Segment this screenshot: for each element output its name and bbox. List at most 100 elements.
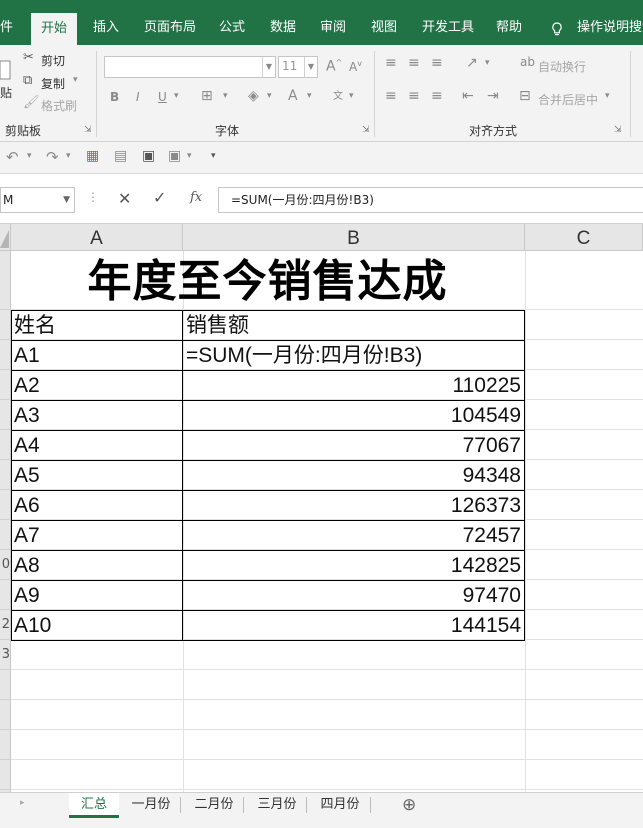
cell-amount[interactable]: 126373 — [186, 491, 521, 520]
format-painter-button[interactable]: 格式刷 — [41, 97, 77, 114]
chevron-down-icon[interactable]: ▾ — [187, 151, 192, 161]
row-header[interactable] — [0, 400, 11, 430]
cut-button[interactable]: 剪切 — [41, 52, 65, 69]
row-header[interactable] — [0, 310, 11, 340]
cell-amount[interactable]: 144154 — [186, 611, 521, 640]
bold-button[interactable]: B — [110, 90, 119, 104]
wrap-text-button[interactable]: 自动换行 — [538, 58, 586, 75]
chevron-down-icon[interactable]: ▼ — [262, 57, 275, 77]
toolbox-alt-icon[interactable]: ▣ — [168, 148, 181, 164]
wrap-text-icon[interactable]: ab — [520, 55, 535, 69]
cell-name[interactable]: A3 — [14, 401, 40, 430]
row-header[interactable] — [0, 700, 11, 730]
chevron-down-icon[interactable]: ▾ — [174, 91, 179, 101]
cell-amount[interactable]: 110225 — [186, 371, 521, 400]
chevron-down-icon[interactable]: ▾ — [223, 91, 228, 101]
undo-icon[interactable]: ↶ — [6, 148, 19, 166]
tab-developer[interactable]: 开发工具 — [422, 0, 474, 45]
row-header[interactable]: 3 — [0, 640, 11, 670]
chevron-down-icon[interactable]: ▾ — [27, 151, 32, 161]
chevron-down-icon[interactable]: ▾ — [73, 75, 78, 85]
row-header[interactable] — [0, 580, 11, 610]
name-box[interactable]: M ▼ — [0, 187, 75, 213]
tab-insert[interactable]: 插入 — [93, 0, 119, 45]
font-size-combo[interactable]: 11 ▼ — [278, 56, 318, 78]
align-bottom-icon[interactable]: ≡ — [431, 55, 443, 71]
cancel-icon[interactable]: ✕ — [118, 189, 131, 208]
align-middle-icon[interactable]: ≡ — [408, 55, 420, 71]
row-header[interactable] — [0, 520, 11, 550]
italic-button[interactable]: I — [136, 90, 140, 104]
chevron-down-icon[interactable]: ▾ — [485, 58, 490, 68]
cell-name[interactable]: A10 — [14, 611, 51, 640]
cell-amount[interactable]: 104549 — [186, 401, 521, 430]
redo-icon[interactable]: ↷ — [46, 148, 59, 166]
sheet-tab-jan[interactable]: 一月份 — [123, 793, 179, 818]
cell-amount[interactable]: 94348 — [186, 461, 521, 490]
increase-indent-icon[interactable]: ⇥ — [487, 88, 499, 104]
cell-name[interactable]: A8 — [14, 551, 40, 580]
tab-review[interactable]: 审阅 — [320, 0, 346, 45]
paste-label[interactable]: 贴 — [0, 84, 12, 101]
chevron-down-icon[interactable]: ▾ — [605, 91, 610, 101]
dialog-launcher-icon[interactable]: ⇲ — [84, 125, 92, 135]
fill-color-icon[interactable]: ◈ — [248, 88, 259, 104]
enter-icon[interactable]: ✓ — [153, 188, 166, 207]
tab-help[interactable]: 帮助 — [496, 0, 522, 45]
chevron-down-icon[interactable]: ▼ — [304, 57, 317, 77]
chevron-down-icon[interactable]: ▾ — [66, 151, 71, 161]
select-all-corner[interactable] — [0, 224, 11, 251]
row-header[interactable] — [0, 760, 11, 790]
font-color-icon[interactable]: A — [288, 88, 298, 104]
dialog-launcher-icon[interactable]: ⇲ — [362, 125, 370, 135]
header-amount[interactable]: 销售额 — [186, 311, 249, 340]
scroll-left-icon[interactable]: ▸ — [20, 798, 25, 808]
format-icon[interactable]: ▦ — [86, 148, 99, 164]
row-header[interactable] — [0, 340, 11, 370]
cell-amount[interactable]: 72457 — [186, 521, 521, 550]
align-center-icon[interactable]: ≡ — [408, 88, 420, 104]
cell-name[interactable]: A4 — [14, 431, 40, 460]
sheet-tab-summary[interactable]: 汇总 — [69, 793, 119, 818]
orientation-icon[interactable]: ↗ — [466, 55, 478, 71]
align-top-icon[interactable]: ≡ — [385, 55, 397, 71]
chevron-down-icon[interactable]: ▾ — [267, 91, 272, 101]
tell-me-search[interactable]: 操作说明搜索 — [577, 0, 643, 45]
tab-file[interactable]: 件 — [0, 0, 13, 45]
cell-amount[interactable]: 77067 — [186, 431, 521, 460]
row-header[interactable] — [0, 460, 11, 490]
chevron-down-icon[interactable]: ▾ — [307, 91, 312, 101]
chevron-down-icon[interactable]: ▼ — [63, 188, 70, 212]
merge-center-icon[interactable]: ⊟ — [519, 88, 531, 104]
tab-formulas[interactable]: 公式 — [219, 0, 245, 45]
column-header-c[interactable]: C — [525, 224, 643, 251]
row-header[interactable] — [0, 251, 11, 310]
decrease-indent-icon[interactable]: ⇤ — [462, 88, 474, 104]
row-header[interactable]: 0 — [0, 550, 11, 580]
tab-data[interactable]: 数据 — [270, 0, 296, 45]
cell-name[interactable]: A1 — [14, 341, 40, 370]
chevron-down-icon[interactable]: ▾ — [349, 91, 354, 101]
cell-amount[interactable]: 142825 — [186, 551, 521, 580]
cell-amount[interactable]: 97470 — [186, 581, 521, 610]
borders-icon[interactable]: ⊞ — [201, 88, 213, 104]
insert-function-button[interactable]: fx — [190, 190, 202, 205]
font-name-combo[interactable]: ▼ — [104, 56, 276, 78]
column-header-a[interactable]: A — [11, 224, 183, 251]
cell-name[interactable]: A2 — [14, 371, 40, 400]
customize-qat-icon[interactable]: ▾ — [211, 151, 216, 161]
align-right-icon[interactable]: ≡ — [431, 88, 443, 104]
row-header[interactable] — [0, 670, 11, 700]
tab-page-layout[interactable]: 页面布局 — [144, 0, 196, 45]
formula-input[interactable]: =SUM(一月份:四月份!B3) — [218, 187, 643, 213]
cell-amount[interactable]: =SUM(一月份:四月份!B3) — [186, 341, 422, 370]
cell-name[interactable]: A5 — [14, 461, 40, 490]
cell-name[interactable]: A9 — [14, 581, 40, 610]
row-header[interactable]: 2 — [0, 610, 11, 640]
tab-view[interactable]: 视图 — [371, 0, 397, 45]
add-sheet-icon[interactable]: ⊕ — [402, 795, 416, 815]
column-header-b[interactable]: B — [183, 224, 525, 251]
row-header[interactable] — [0, 730, 11, 760]
sheet-tab-feb[interactable]: 二月份 — [186, 793, 242, 818]
phonetic-icon[interactable]: 文 — [333, 87, 343, 102]
